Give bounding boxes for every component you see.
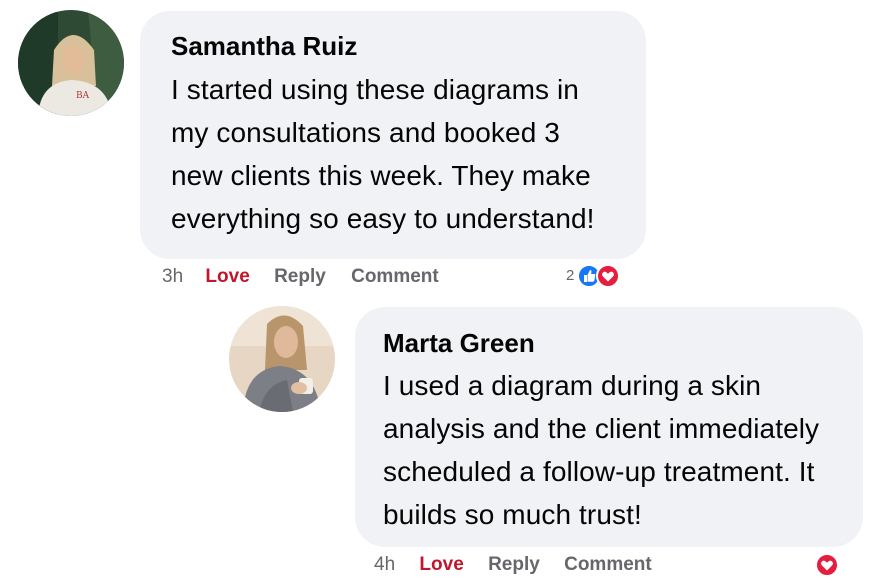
comment-time[interactable]: 4h xyxy=(374,554,395,576)
svg-text:BA: BA xyxy=(76,91,90,101)
love-button[interactable]: Love xyxy=(419,554,463,576)
comment-button[interactable]: Comment xyxy=(564,554,652,576)
reply-button[interactable]: Reply xyxy=(274,266,326,288)
love-button[interactable]: Love xyxy=(205,266,249,288)
comment-actions: 4h Love Reply Comment xyxy=(374,554,652,576)
avatar-photo: BA xyxy=(18,10,124,116)
reply-button[interactable]: Reply xyxy=(488,554,540,576)
comment-author[interactable]: Samantha Ruiz xyxy=(171,31,616,61)
comment-author[interactable]: Marta Green xyxy=(383,328,835,358)
avatar[interactable]: BA xyxy=(18,10,124,116)
avatar-photo xyxy=(229,306,335,412)
reaction-count: 2 xyxy=(566,267,575,284)
comment-actions: 3h Love Reply Comment xyxy=(162,266,439,288)
comment-button[interactable]: Comment xyxy=(351,266,439,288)
comment-time[interactable]: 3h xyxy=(162,266,183,288)
comment-text: I started using these diagrams in my con… xyxy=(171,74,595,234)
heart-icon xyxy=(596,264,620,288)
comment-text: I used a diagram during a skin analysis … xyxy=(383,370,820,530)
avatar[interactable] xyxy=(229,306,335,412)
comment-bubble: Samantha Ruiz I started using these diag… xyxy=(140,11,646,259)
comment-bubble: Marta Green I used a diagram during a sk… xyxy=(355,307,863,547)
heart-icon xyxy=(815,553,839,577)
